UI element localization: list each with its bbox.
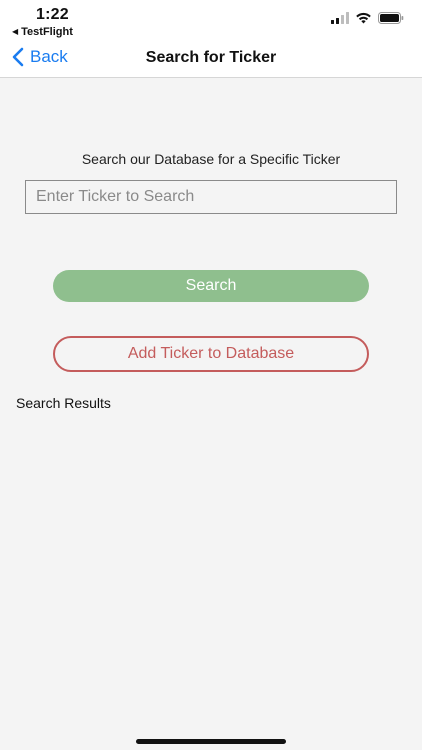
- home-indicator[interactable]: [136, 739, 286, 744]
- battery-icon: [378, 12, 404, 24]
- add-ticker-button[interactable]: Add Ticker to Database: [53, 336, 369, 372]
- app-screen: 1:22 ◀ TestFlight Back Search for Ticker…: [0, 0, 422, 750]
- status-bar: 1:22 ◀ TestFlight: [0, 0, 422, 40]
- search-results-label: Search Results: [16, 395, 111, 411]
- status-time: 1:22: [36, 6, 69, 23]
- return-app-label: TestFlight: [21, 26, 73, 38]
- search-prompt-label: Search our Database for a Specific Ticke…: [81, 151, 341, 167]
- navigation-bar: Back Search for Ticker: [0, 40, 422, 78]
- back-triangle-icon: ◀: [12, 27, 19, 36]
- ticker-search-input[interactable]: [25, 180, 397, 214]
- search-button[interactable]: Search: [53, 270, 369, 302]
- return-to-app-link[interactable]: ◀ TestFlight: [12, 26, 73, 38]
- wifi-icon: [356, 12, 371, 24]
- page-title: Search for Ticker: [145, 49, 277, 66]
- status-icons: [331, 12, 404, 24]
- cellular-signal-icon: [331, 12, 349, 24]
